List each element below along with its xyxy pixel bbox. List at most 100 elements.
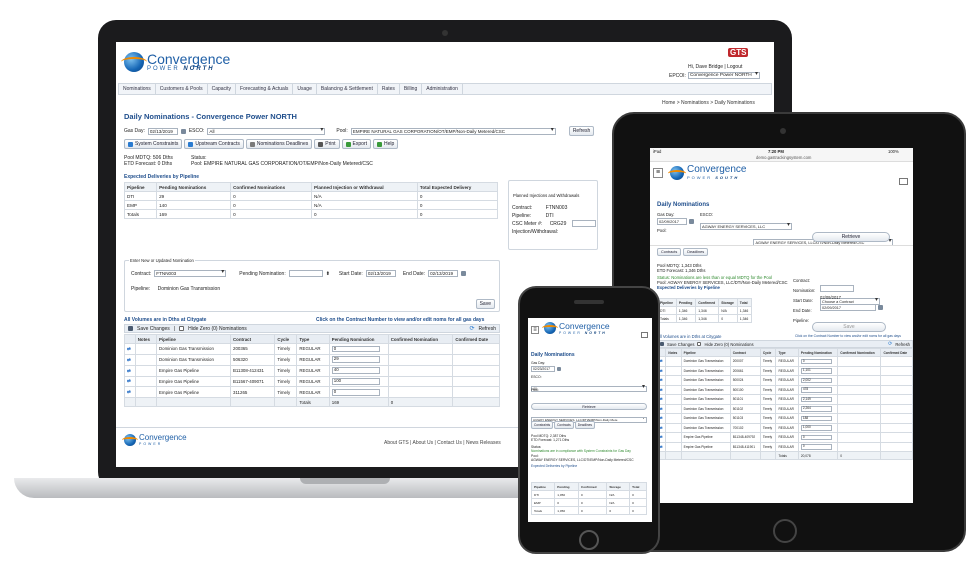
calendar-icon[interactable] bbox=[557, 367, 561, 371]
grid-column-header[interactable]: Confirmed Date bbox=[880, 348, 913, 357]
swap-arrows-icon[interactable]: ⇄ bbox=[127, 346, 131, 351]
tablet-retrieve-button[interactable]: Retrieve bbox=[812, 232, 890, 242]
grid-column-header[interactable]: Cycle bbox=[759, 348, 777, 357]
footer-links[interactable]: About GTS | About Us | Contact Us | News… bbox=[384, 440, 501, 446]
phone-tab-0[interactable]: Constraints bbox=[531, 421, 554, 429]
tablet-refresh[interactable]: Refresh bbox=[895, 342, 910, 347]
calendar-icon[interactable] bbox=[461, 271, 467, 276]
nav-tab-0[interactable]: Nominations bbox=[119, 84, 156, 94]
contract-select[interactable]: FTNN003 bbox=[154, 269, 227, 277]
nav-tab-1[interactable]: Customers & Pools bbox=[156, 84, 208, 94]
end-date-input[interactable]: 02/13/2019 bbox=[428, 270, 459, 277]
contract-link[interactable]: 311265 bbox=[229, 386, 276, 399]
pending-cell[interactable]: 0 bbox=[797, 356, 839, 367]
contract-link[interactable]: B11348-409792 bbox=[729, 432, 761, 443]
contract-link[interactable]: B11308-412431 bbox=[229, 364, 276, 377]
pending-nomination-input[interactable]: 100 bbox=[331, 378, 381, 385]
tablet-save-changes[interactable]: Save Changes bbox=[667, 342, 694, 347]
hide-zero-checkbox[interactable] bbox=[179, 326, 185, 331]
grid-column-header[interactable]: Pending Nomination bbox=[797, 348, 839, 357]
pending-nomination-input[interactable]: 0 bbox=[331, 345, 381, 353]
refresh-top-button[interactable]: Refresh bbox=[568, 126, 595, 136]
nav-tab-3[interactable]: Forecasting & Actuals bbox=[236, 84, 294, 94]
grid-row[interactable]: ⇄ Dominion Gas Transmission 501101 Timely RE… bbox=[656, 394, 913, 405]
pending-cell[interactable]: 188 bbox=[797, 413, 839, 424]
pending-cell[interactable]: 29 bbox=[328, 353, 389, 366]
grid-row[interactable]: ⇄ Dominion Gas Transmission 200007 Timely RE… bbox=[656, 356, 913, 367]
swap-arrows-icon[interactable]: ⇄ bbox=[660, 435, 663, 439]
swap-arrows-icon[interactable]: ⇄ bbox=[127, 389, 131, 394]
calendar-icon[interactable] bbox=[180, 128, 186, 134]
pending-nomination-input[interactable]: 188 bbox=[800, 415, 832, 422]
grid-row[interactable]: ⇄ Empire Gas Pipeline B11348-411901 Timely R… bbox=[656, 441, 913, 453]
pending-nomination-input[interactable]: 2,264 bbox=[800, 406, 832, 412]
swap-arrows-icon[interactable]: ⇄ bbox=[660, 397, 663, 401]
stepper-icon[interactable]: ⬍ bbox=[326, 271, 330, 277]
grid-row[interactable]: ⇄ Dominion Gas Transmission 200365 Timely RE… bbox=[124, 343, 500, 355]
contract-link[interactable]: B11348-411901 bbox=[729, 441, 761, 453]
tablet-esco-select[interactable]: AGWAY ENERGY SERVICES, LLC bbox=[700, 222, 792, 231]
grid-column-header[interactable]: Contract bbox=[729, 348, 761, 357]
toolbar-button-1[interactable]: Upstream Contracts bbox=[184, 139, 244, 149]
grid-arrow-cell[interactable]: ⇄ bbox=[124, 386, 136, 399]
save-icon[interactable] bbox=[128, 326, 133, 331]
tablet-nomination-input[interactable] bbox=[820, 285, 854, 292]
pending-cell[interactable]: 2,002 bbox=[797, 375, 839, 386]
tablet-save-button[interactable]: Save bbox=[812, 322, 886, 332]
grid-row[interactable]: ⇄ Empire Gas Pipeline 311265 Timely REGULAR 0 bbox=[124, 386, 500, 399]
phone-tab-2[interactable]: Deadlines bbox=[574, 421, 595, 429]
refresh-icon[interactable]: ⟳ bbox=[888, 341, 892, 347]
grid-column-header[interactable] bbox=[124, 334, 136, 344]
tablet-url[interactable]: demo.gastrackingsystem.com bbox=[756, 155, 811, 160]
phone-brand-logo[interactable]: Convergence POWER NORTH bbox=[542, 322, 610, 335]
contract-link[interactable]: 501102 bbox=[729, 403, 761, 415]
contract-link[interactable]: 500100 bbox=[729, 384, 761, 396]
pending-nomination-input[interactable]: 2,149 bbox=[800, 396, 832, 403]
grid-row[interactable]: ⇄ Dominion Gas Transmission 200661 Timely RE… bbox=[656, 365, 913, 377]
toolbar-button-2[interactable]: Nominations Deadlines bbox=[245, 139, 313, 149]
toolbar-button-0[interactable]: System Constraints bbox=[124, 139, 183, 149]
grid-column-header[interactable]: Confirmed Nomination bbox=[837, 348, 882, 357]
grid-arrow-cell[interactable]: ⇄ bbox=[124, 375, 136, 388]
pending-cell[interactable]: 0 bbox=[797, 432, 839, 443]
hamburger-menu-icon[interactable]: ≡ bbox=[653, 168, 663, 178]
hide-zero-checkbox[interactable] bbox=[697, 342, 702, 346]
toolbar-button-5[interactable]: Help bbox=[372, 139, 399, 149]
grid-row[interactable]: ⇄ Empire Gas Pipeline B11348-409792 Timely R… bbox=[656, 432, 913, 443]
nav-tab-5[interactable]: Balancing & Settlement bbox=[317, 84, 378, 94]
pending-cell[interactable]: 0 bbox=[797, 441, 839, 453]
swap-arrows-icon[interactable]: ⇄ bbox=[660, 426, 663, 430]
pending-input[interactable] bbox=[288, 270, 323, 277]
tablet-start-value[interactable]: 02/09/2017 bbox=[820, 295, 841, 300]
grid-column-header[interactable]: Type bbox=[775, 348, 799, 357]
tablet-brand-logo[interactable]: Convergence POWER SOUTH bbox=[668, 165, 746, 180]
refresh-grid-button[interactable]: Refresh bbox=[478, 326, 496, 332]
phone-menu-box-icon[interactable] bbox=[641, 332, 648, 338]
tablet-home-button[interactable] bbox=[773, 519, 797, 543]
epco-select[interactable]: Convergence Power NORTH bbox=[687, 71, 760, 79]
phone-retrieve-button[interactable]: Retrieve bbox=[531, 403, 647, 410]
swap-arrows-icon[interactable]: ⇄ bbox=[660, 359, 663, 363]
pending-cell[interactable]: 1,101 bbox=[797, 365, 839, 377]
grid-row[interactable]: ⇄ Dominion Gas Transmission 506320 Timely RE… bbox=[124, 353, 500, 366]
swap-arrows-icon[interactable]: ⇄ bbox=[660, 407, 663, 411]
brand-logo[interactable]: Convergence POWER NORTH bbox=[121, 52, 230, 72]
contract-link[interactable]: 700102 bbox=[729, 422, 761, 434]
grid-column-header[interactable]: Contract bbox=[229, 334, 276, 344]
toolbar-button-3[interactable]: Print bbox=[314, 139, 340, 149]
pending-cell[interactable]: 40 bbox=[328, 364, 389, 377]
pending-cell[interactable]: 0 bbox=[328, 386, 389, 399]
pending-cell[interactable]: 0 bbox=[328, 343, 389, 355]
save-icon[interactable] bbox=[660, 342, 664, 346]
pool-select[interactable]: EMPIRE NATURAL GAS CORPORATION/OT/EMP/No… bbox=[350, 127, 556, 135]
nav-tab-4[interactable]: Usage bbox=[293, 84, 317, 94]
pending-nomination-input[interactable]: 1,000 bbox=[800, 425, 832, 431]
pending-nomination-input[interactable]: 0 bbox=[800, 434, 832, 441]
swap-arrows-icon[interactable]: ⇄ bbox=[660, 445, 663, 449]
grid-column-header[interactable]: Pipeline bbox=[155, 334, 232, 344]
grid-row[interactable]: ⇄ Dominion Gas Transmission 700102 Timely RE… bbox=[656, 422, 913, 434]
swap-arrows-icon[interactable]: ⇄ bbox=[127, 378, 131, 383]
grid-row[interactable]: ⇄ Dominion Gas Transmission 500100 Timely RE… bbox=[656, 384, 913, 396]
pending-nomination-input[interactable]: 0 bbox=[800, 358, 832, 365]
injection-input[interactable] bbox=[572, 220, 596, 227]
